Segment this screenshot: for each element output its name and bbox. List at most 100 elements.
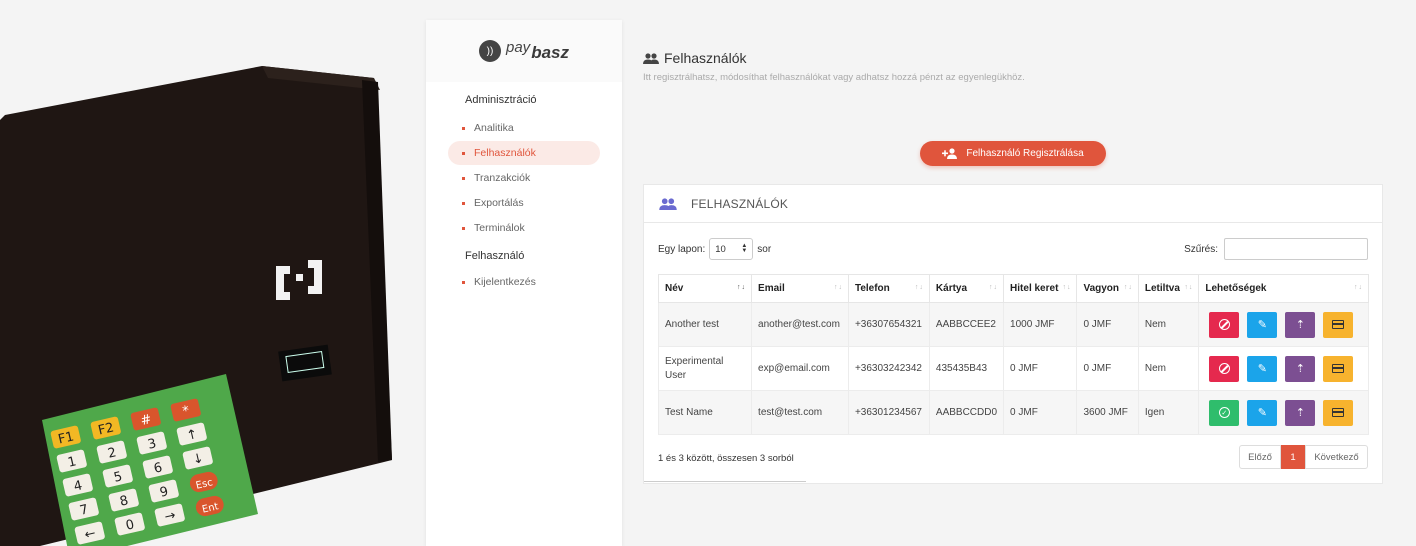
brand-logo[interactable]: )) paybasz [479, 39, 569, 62]
sidebar-item-analitika[interactable]: Analitika [448, 116, 600, 140]
bullet-icon [462, 177, 465, 180]
column-header-label: Hitel keret [1010, 283, 1059, 294]
column-header[interactable]: Név ↑↓ [657, 274, 753, 303]
column-header[interactable]: Kártya ↑↓ [928, 274, 1005, 303]
column-header-label: Telefon [854, 283, 890, 294]
table-cell: 0 JMF [1076, 346, 1139, 391]
page-subtitle: Itt regisztrálhatsz, módosíthat felhaszn… [643, 72, 1025, 83]
table-cell: AABBCCDD0 [928, 390, 1005, 435]
page-1-button[interactable]: 1 [1281, 445, 1305, 469]
user-section-title: Felhasználó [465, 250, 525, 262]
sidebar-item-kijelentkezes[interactable]: Kijelentkezés [448, 270, 600, 294]
table-info: 1 és 3 között, összesen 3 sorból [658, 453, 794, 464]
sidebar-item-exportalas[interactable]: Exportálás [448, 191, 600, 215]
column-header[interactable]: Hitel keret ↑↓ [1003, 274, 1078, 303]
edit-button[interactable]: ✎ [1247, 399, 1278, 426]
top-up-button[interactable]: ⇡ [1285, 355, 1316, 382]
credit-card-icon [1332, 364, 1345, 373]
card-title: FELHASZNÁLÓK [691, 196, 789, 211]
block-icon [1218, 319, 1230, 330]
page-length-control: Egy lapon: 10 ▲ ▼ sor [658, 238, 771, 260]
page-header: Felhasználók Itt regisztrálhatsz, módosí… [643, 50, 1025, 83]
table-row: Experimental User exp@email.com +363032423… [657, 346, 1369, 391]
sidebar-item-label: Felhasználók [474, 147, 536, 159]
card-button[interactable] [1323, 399, 1354, 426]
top-up-button[interactable]: ⇡ [1285, 399, 1316, 426]
edit-button[interactable]: ✎ [1247, 355, 1278, 382]
table-cell: 435435B43 [928, 346, 1005, 391]
table-cell: 1000 JMF [1003, 302, 1078, 347]
credit-card-icon [1332, 320, 1345, 329]
block-button[interactable] [1209, 355, 1240, 382]
column-header[interactable]: Telefon ↑↓ [847, 274, 930, 303]
column-header-label: Vagyon [1083, 283, 1120, 294]
sidebar-item-felhasznalok[interactable]: Felhasználók [448, 141, 600, 165]
bullet-icon [462, 127, 465, 130]
unblock-button[interactable]: ✓ [1209, 399, 1240, 426]
sort-icon: ↑↓ [989, 284, 999, 291]
table-controls: Egy lapon: 10 ▲ ▼ sor Szűrés: [658, 238, 1368, 260]
page-length-prefix: Egy lapon: [658, 243, 706, 255]
top-up-button[interactable]: ⇡ [1285, 311, 1316, 338]
table-row: Another test another@test.com +36307654321… [657, 302, 1369, 347]
filter-input[interactable] [1224, 238, 1368, 260]
table-cell: +36301234567 [847, 390, 930, 435]
column-header[interactable]: Email ↑↓ [751, 274, 849, 303]
table-cell: 3600 JMF [1076, 390, 1139, 435]
brand-pay: pay [506, 39, 531, 56]
column-header-label: Letiltva [1144, 283, 1180, 294]
add-user-icon [942, 148, 958, 159]
register-user-label: Felhasználó Regisztrálása [966, 148, 1084, 159]
sidebar-item-label: Tranzakciók [474, 172, 531, 184]
sidebar-item-label: Terminálok [474, 222, 525, 234]
column-header[interactable]: Letiltva ↑↓ [1137, 274, 1200, 303]
page-title: Felhasználók [664, 50, 747, 66]
column-header-label: Email [758, 283, 785, 294]
column-header[interactable]: Vagyon ↑↓ [1076, 274, 1139, 303]
table-cell: test@test.com [751, 390, 849, 435]
logo-area: )) paybasz [426, 20, 622, 82]
page-length-select[interactable]: 10 ▲ ▼ [709, 238, 754, 260]
next-page-button[interactable]: Következő [1305, 445, 1368, 469]
table-cell: 0 JMF [1076, 302, 1139, 347]
sort-icon: ↑↓ [1354, 284, 1363, 291]
bullet-icon [462, 152, 465, 155]
sidebar-item-tranzakciok[interactable]: Tranzakciók [448, 166, 600, 190]
table-cell: Nem [1137, 302, 1200, 347]
sidebar-item-label: Kijelentkezés [474, 276, 536, 288]
sort-icon: ↑↓ [737, 284, 747, 291]
page-length-value: 10 [715, 243, 726, 255]
bullet-icon [462, 227, 465, 230]
table-cell: 0 JMF [1003, 346, 1078, 391]
table-cell: Igen [1137, 390, 1200, 435]
sidebar: )) paybasz Adminisztráció Analitika Felha… [426, 20, 622, 546]
card-header: FELHASZNÁLÓK [644, 185, 1382, 223]
table-cell: AABBCCEE2 [928, 302, 1005, 347]
pencil-icon: ✎ [1257, 363, 1267, 375]
sidebar-item-terminalok[interactable]: Terminálok [448, 216, 600, 240]
page-length-suffix: sor [757, 243, 772, 255]
prev-page-button[interactable]: Előző [1239, 445, 1281, 469]
actions-cell: ✓ ✎ ⇡ [1198, 390, 1369, 435]
card-button[interactable] [1323, 355, 1354, 382]
column-header-label: Név [665, 283, 684, 294]
actions-cell: ✎ ⇡ [1198, 302, 1369, 347]
block-button[interactable] [1209, 311, 1240, 338]
register-user-button[interactable]: Felhasználó Regisztrálása [920, 141, 1106, 166]
actions-cell: ✎ ⇡ [1198, 346, 1369, 391]
table-row: Test Name test@test.com +36301234567 AABBCC… [657, 390, 1369, 435]
table-cell: Nem [1137, 346, 1200, 391]
sort-icon: ↑↓ [1062, 284, 1072, 291]
sort-icon: ↑↓ [914, 284, 924, 291]
users-card-icon [659, 197, 677, 210]
brand-name: basz [531, 43, 569, 62]
edit-button[interactable]: ✎ [1247, 311, 1278, 338]
table-cell: Experimental User [657, 346, 753, 391]
column-header[interactable]: Lehetőségek ↑↓ [1198, 274, 1369, 303]
select-arrows-icon: ▲ ▼ [741, 243, 748, 254]
admin-section-title: Adminisztráció [465, 94, 537, 106]
table-cell: 0 JMF [1003, 390, 1078, 435]
bullet-icon [462, 202, 465, 205]
users-table: Név ↑↓ Email ↑↓ Telefon ↑↓ Kártya ↑↓ Hitel keret… [657, 274, 1369, 435]
card-button[interactable] [1323, 311, 1354, 338]
